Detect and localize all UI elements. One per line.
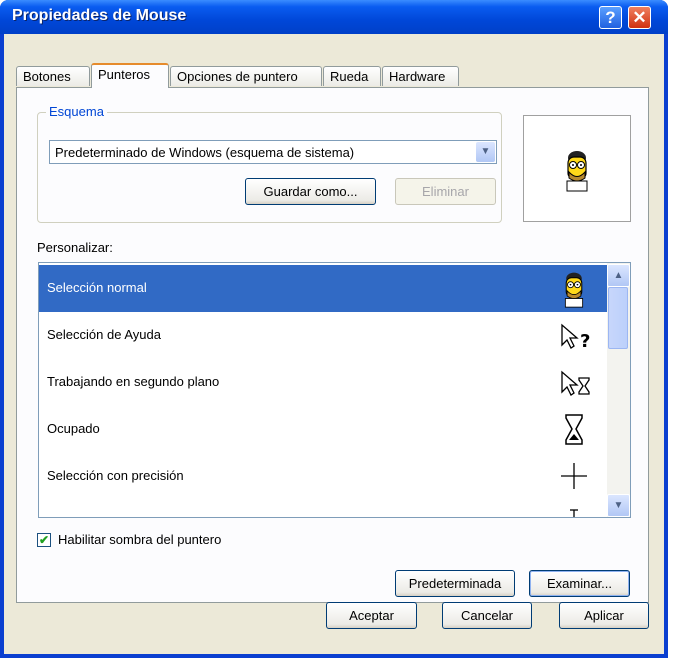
browse-button[interactable]: Examinar... [529,570,630,597]
text-select-cursor-icon [570,509,578,517]
help-button[interactable]: ? [599,6,622,29]
scheme-select[interactable]: Predeterminado de Windows (esquema de si… [49,140,497,164]
shadow-checkbox[interactable]: ✔ [37,533,51,547]
scroll-up-icon[interactable]: ▲ [607,264,630,287]
svg-text:?: ? [580,331,590,352]
tab-rueda[interactable]: Rueda [323,66,381,86]
crosshair-cursor-icon [561,463,587,489]
apply-button[interactable]: Aplicar [559,602,649,629]
homer-cursor-icon [566,151,588,192]
tab-botones[interactable]: Botones [16,66,90,86]
customize-label: Personalizar: [37,240,113,255]
list-scrollbar[interactable]: ▲ ▼ [607,263,630,517]
shadow-checkbox-label: Habilitar sombra del puntero [58,532,222,547]
title-bar[interactable]: Propiedades de Mouse ? ✕ [0,0,668,34]
list-item-ocupado[interactable]: Ocupado [39,406,607,453]
cancel-button[interactable]: Cancelar [442,602,532,629]
window-title: Propiedades de Mouse [12,7,187,24]
hourglass-cursor-icon [565,414,583,445]
cursor-preview [523,115,631,222]
list-item-label: Selección con precisión [47,468,184,483]
save-as-button[interactable]: Guardar como... [245,178,376,205]
punteros-panel: Esquema Predeterminado de Windows (esque… [16,87,649,603]
ok-button[interactable]: Aceptar [326,602,417,629]
homer-cursor-icon [564,272,584,308]
tab-opciones-de-puntero[interactable]: Opciones de puntero [170,66,322,86]
delete-scheme-button[interactable]: Eliminar [395,178,496,205]
list-item-label: Selección de Ayuda [47,327,161,342]
list-item-seleccion-de-ayuda[interactable]: Selección de Ayuda ? [39,312,607,359]
scheme-group: Esquema Predeterminado de Windows (esque… [37,104,502,223]
scheme-select-value: Predeterminado de Windows (esquema de si… [55,145,355,160]
scroll-down-icon[interactable]: ▼ [607,494,630,517]
list-item-seleccion-normal[interactable]: Selección normal [39,265,607,312]
list-item-label: Ocupado [47,421,100,436]
help-select-cursor-icon: ? [561,323,590,352]
scheme-group-label: Esquema [46,104,107,119]
list-item-trabajando-segundo-plano[interactable]: Trabajando en segundo plano [39,359,607,406]
cursor-list[interactable]: Selección normal Selección de Ayuda ? Tr… [38,262,631,518]
dialog-client: Botones Punteros Opciones de puntero Rue… [4,34,664,654]
mouse-properties-window: Propiedades de Mouse ? ✕ Botones Puntero… [0,0,668,658]
list-item-text-select[interactable] [39,500,607,517]
default-button[interactable]: Predeterminada [395,570,515,597]
working-background-cursor-icon [561,370,590,396]
list-item-seleccion-con-precision[interactable]: Selección con precisión [39,453,607,500]
tab-hardware[interactable]: Hardware [382,66,459,86]
list-item-label: Trabajando en segundo plano [47,374,220,389]
chevron-down-icon[interactable]: ▼ [476,142,495,162]
tab-punteros[interactable]: Punteros [91,63,169,88]
scrollbar-thumb[interactable] [608,287,628,349]
close-button[interactable]: ✕ [628,6,651,29]
list-item-label: Selección normal [47,280,147,295]
